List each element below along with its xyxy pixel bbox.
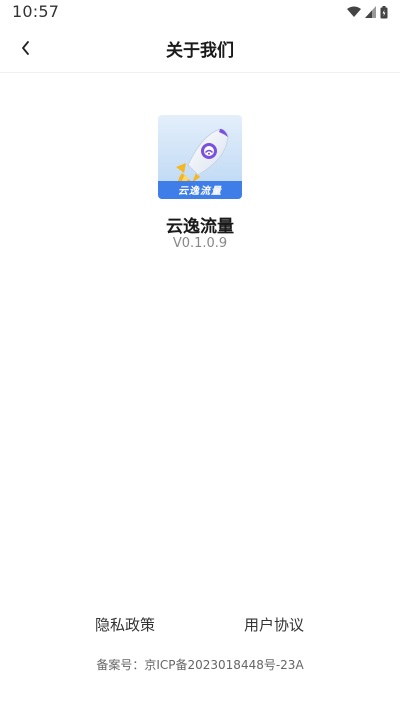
battery-icon: [380, 5, 388, 18]
status-bar: 10:57: [0, 0, 400, 24]
privacy-policy-link[interactable]: 隐私政策: [95, 614, 155, 635]
user-agreement-link[interactable]: 用户协议: [244, 614, 304, 635]
icp-record: 备案号：京ICP备2023018448号-23A: [96, 658, 304, 672]
status-icons: [347, 5, 388, 19]
app-logo: 云逸流量: [158, 115, 242, 199]
signal-icon: [365, 6, 376, 18]
app-logo-text: 云逸流量: [178, 186, 222, 197]
title-bar: 关于我们: [0, 24, 400, 73]
page-title: 关于我们: [166, 41, 234, 61]
app-version: V0.1.0.9: [172, 236, 228, 251]
about-screen: 10:57 关于我们 云逸流量 云逸流量 V0.1.0.9 隐私政策 用户协议 …: [0, 0, 400, 711]
status-time: 10:57: [12, 2, 60, 21]
wifi-icon: [347, 6, 361, 17]
policy-links: 隐私政策 用户协议: [0, 614, 400, 638]
app-name: 云逸流量: [166, 217, 234, 237]
